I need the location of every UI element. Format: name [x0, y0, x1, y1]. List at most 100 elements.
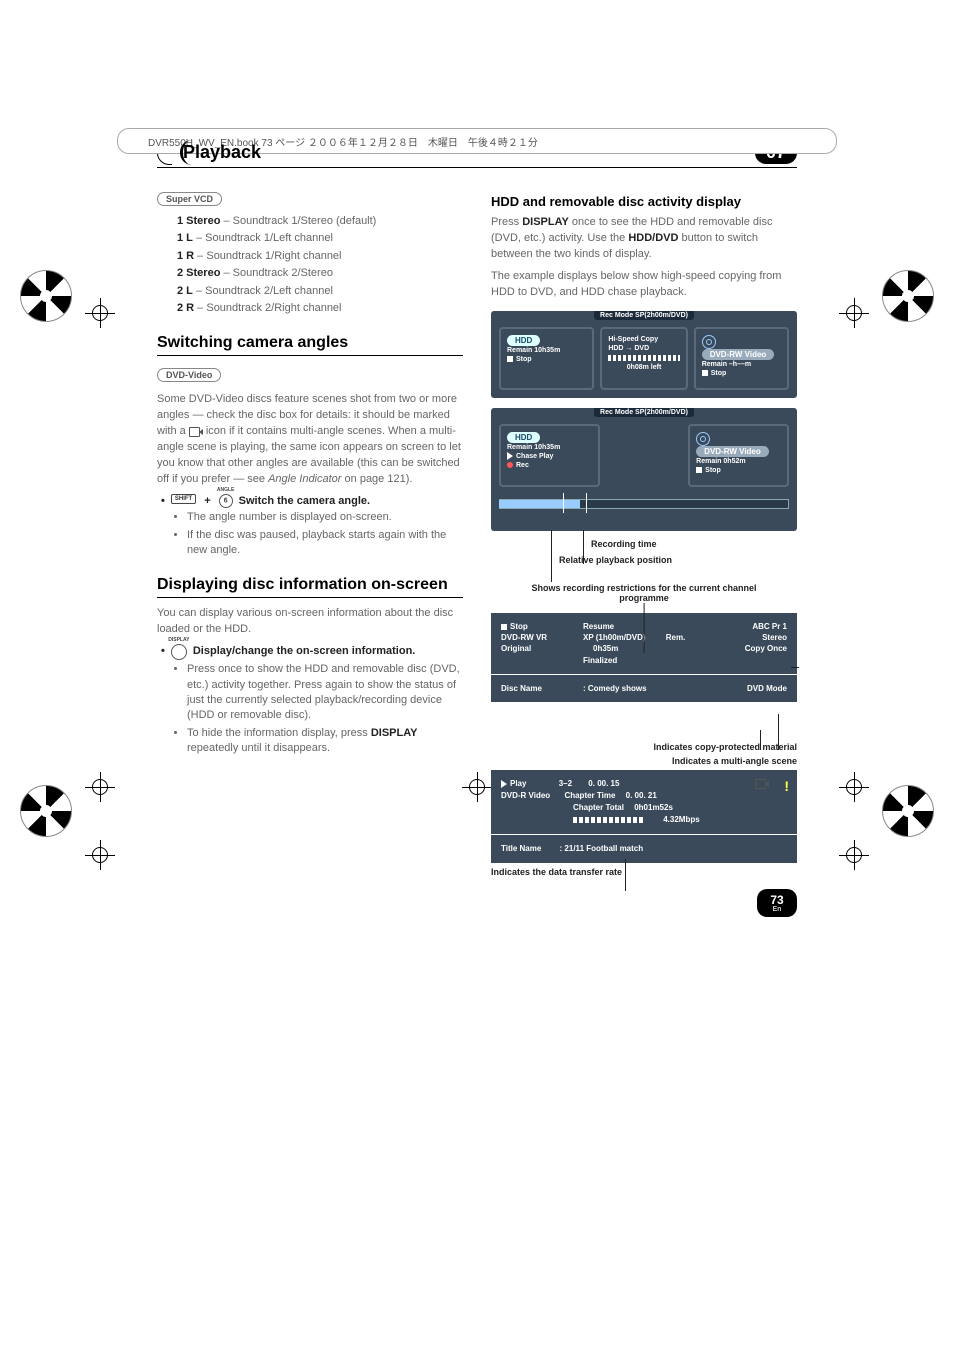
angle-button-icon: ANGLE 6: [219, 494, 233, 508]
list-item: To hide the information display, press D…: [187, 726, 463, 757]
leader-line: [583, 530, 584, 564]
osd-field: DVD-RW VR: [501, 632, 571, 643]
hdd-pill: HDD: [507, 432, 540, 443]
step-text: Display/change the on-screen information…: [193, 644, 416, 658]
crop-mark: [839, 298, 869, 328]
osd-right-panel: DVD-RW Video Remain –h––m Stop: [694, 327, 789, 390]
list-item: 2 R – Soundtrack 2/Right channel: [177, 301, 463, 316]
shift-key-icon: SHIFT: [171, 494, 196, 504]
crop-mark: [85, 298, 115, 328]
osd-field: Stop: [501, 621, 571, 632]
callout-relative-position: Relative playback position: [559, 555, 797, 565]
step-notes: The angle number is displayed on-screen.…: [157, 510, 463, 558]
print-registration-mark: [882, 270, 934, 322]
print-registration-mark: [20, 270, 72, 322]
callout-transfer-rate: Indicates the data transfer rate: [491, 867, 797, 877]
osd-left-panel: HDD Remain 10h35m Chase Play Rec: [499, 424, 600, 487]
print-registration-mark: [882, 785, 934, 837]
osd-field: 0. 00. 21: [626, 791, 657, 800]
osd-state: Stop: [702, 369, 781, 378]
step-text: Switch the camera angle.: [239, 494, 370, 508]
osd-field: Disc Name: [501, 683, 571, 694]
callout-recording-restrictions: Shows recording restrictions for the cur…: [522, 583, 767, 603]
osd-field: ABC Pr 1: [732, 621, 787, 632]
section-switching-angles: Switching camera angles: [157, 334, 463, 356]
callout-recording-time: Recording time: [591, 539, 797, 549]
osd-field: Original: [501, 643, 571, 654]
osd-state: Stop: [507, 355, 586, 364]
page-number: 73: [770, 894, 783, 906]
osd-left-panel: HDD Remain 10h35m Stop: [499, 327, 594, 390]
osd-field: : 21/11 Football match: [560, 844, 644, 853]
audio-mode-list: 1 Stereo – Soundtrack 1/Stereo (default)…: [157, 214, 463, 316]
leader-line: [760, 730, 761, 750]
camera-angle-icon: [189, 426, 203, 436]
paragraph: The example displays below show high-spe…: [491, 269, 797, 301]
osd-field: XP (1h00m/DVD) Rem. 0h35m: [583, 632, 720, 654]
osd-state: Rec: [507, 461, 592, 470]
dvd-pill: DVD-RW Video: [702, 349, 775, 360]
osd-field: Play: [510, 779, 526, 788]
leader-line: [778, 714, 779, 750]
list-item: 2 Stereo – Soundtrack 2/Stereo: [177, 266, 463, 281]
osd-field: DVD Mode: [732, 683, 787, 694]
list-item: Press once to show the HDD and removable…: [187, 662, 463, 724]
left-column: Super VCD 1 Stereo – Soundtrack 1/Stereo…: [157, 188, 463, 877]
step-notes: Press once to show the HDD and removable…: [157, 662, 463, 756]
osd-field: Chapter Total: [573, 803, 624, 812]
annotated-info-panel-1: Shows recording restrictions for the cur…: [491, 583, 797, 702]
osd-remain: Remain 0h52m: [696, 457, 781, 466]
osd-field: Resume: [583, 621, 720, 632]
osd-remain: Remain 10h35m: [507, 443, 592, 452]
osd-field: Chapter Time: [564, 791, 615, 800]
osd-time-left: 0h08m left: [608, 363, 679, 372]
camera-angle-icon: [755, 778, 769, 788]
page-footer: 73 En: [757, 889, 797, 917]
dvd-pill: DVD-RW Video: [696, 446, 769, 457]
paragraph: You can display various on-screen inform…: [157, 606, 463, 638]
osd-info-panel: Disc Name : Comedy shows DVD Mode: [491, 675, 797, 702]
osd-field: DVD-R Video: [501, 791, 550, 800]
print-registration-mark: [20, 785, 72, 837]
page-language: En: [773, 906, 782, 913]
crop-mark: [85, 840, 115, 870]
osd-field: Title Name: [501, 844, 541, 853]
osd-rec-mode: Rec Mode SP(2h00m/DVD): [594, 408, 694, 417]
osd-copy-title: Hi-Speed Copy: [608, 335, 679, 344]
section-hdd-activity: HDD and removable disc activity display: [491, 194, 797, 209]
osd-info-panel: Title Name : 21/11 Football match: [491, 835, 797, 863]
callout-multi-angle: Indicates a multi-angle scene: [491, 756, 797, 766]
hdd-pill: HDD: [507, 335, 540, 346]
osd-field: Stereo: [732, 632, 787, 643]
osd-field: Finalized: [583, 655, 720, 666]
paragraph: Some DVD-Video discs feature scenes shot…: [157, 392, 463, 488]
list-item: If the disc was paused, playback starts …: [187, 528, 463, 559]
badge-super-vcd: Super VCD: [157, 192, 222, 206]
osd-example-chase: Rec Mode SP(2h00m/DVD) HDD Remain 10h35m…: [491, 408, 797, 531]
warning-icon: !: [784, 776, 789, 797]
osd-remain: Remain 10h35m: [507, 346, 586, 355]
osd-field: 0. 00. 15: [588, 779, 619, 788]
list-item: The angle number is displayed on-screen.: [187, 510, 463, 525]
osd-field: 3–2: [559, 779, 572, 788]
osd-field: Copy Once: [732, 643, 787, 654]
osd-info-panel: ! Play 3–2 0. 00. 15 DVD-R Video Chapter…: [491, 770, 797, 834]
display-button-icon: DISPLAY: [171, 644, 187, 660]
osd-field: 0h01m52s: [634, 803, 673, 812]
list-item: 1 Stereo – Soundtrack 1/Stereo (default): [177, 214, 463, 229]
chapter-title: Playback: [180, 140, 261, 165]
right-column: HDD and removable disc activity display …: [491, 188, 797, 877]
paragraph: Press DISPLAY once to see the HDD and re…: [491, 215, 797, 263]
osd-timeline: [499, 493, 789, 523]
osd-field: 4.32Mbps: [663, 815, 699, 824]
list-item: 1 R – Soundtrack 1/Right channel: [177, 249, 463, 264]
crop-mark: [839, 840, 869, 870]
osd-copy-dir: HDD → DVD: [608, 344, 679, 353]
leader-line: [791, 667, 799, 668]
list-item: 1 L – Soundtrack 1/Left channel: [177, 231, 463, 246]
crop-mark: [85, 772, 115, 802]
annotated-info-panel-2: Indicates copy-protected material Indica…: [491, 702, 797, 877]
callout-copy-protected: Indicates copy-protected material: [491, 742, 797, 752]
osd-remain: Remain –h––m: [702, 360, 781, 369]
crop-mark: [839, 772, 869, 802]
